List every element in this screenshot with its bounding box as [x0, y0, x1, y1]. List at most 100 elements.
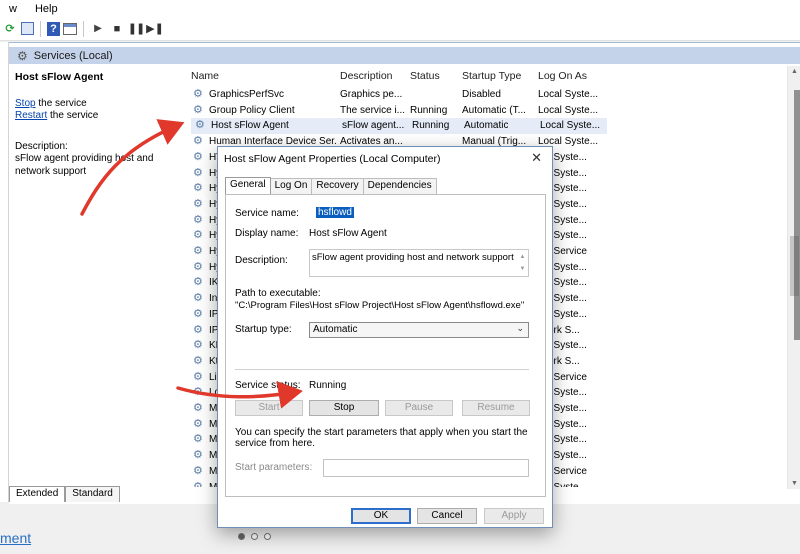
tab-recovery[interactable]: Recovery — [311, 178, 364, 194]
service-cell-logon: Local Syste... — [538, 104, 599, 116]
service-cell-logon: Local Syste... — [538, 89, 599, 100]
service-status-value: Running — [309, 380, 347, 391]
refresh-icon[interactable]: ⟳ — [2, 21, 18, 37]
service-gear-icon: ⚙ — [193, 213, 203, 226]
restart-service-icon[interactable]: ▶❚ — [146, 21, 164, 37]
service-cell-startup: Automatic (T... — [462, 104, 526, 116]
service-gear-icon: ⚙ — [193, 370, 203, 383]
start-params-hint: You can specify the start parameters tha… — [235, 427, 528, 449]
col-header-status[interactable]: Status — [410, 70, 440, 84]
display-name-value: Host sFlow Agent — [309, 228, 387, 239]
service-gear-icon: ⚙ — [193, 402, 203, 414]
menu-bar: w Help — [0, 0, 800, 17]
service-cell-description: sFlow agent... — [342, 120, 405, 132]
properties-icon[interactable] — [63, 22, 77, 35]
toolbar-separator — [83, 20, 84, 37]
background-link[interactable]: ment — [0, 530, 31, 546]
service-gear-icon: ⚙ — [193, 417, 203, 430]
service-cell-name: Group Policy Client — [209, 104, 295, 116]
detail-description-text: sFlow agent providing host and network s… — [15, 153, 154, 177]
service-cell-name: GraphicsPerfSvc — [209, 89, 285, 100]
panel-header: ⚙ Services (Local) — [9, 47, 800, 64]
tab-log-on[interactable]: Log On — [269, 178, 313, 194]
col-header-startup-type[interactable]: Startup Type — [462, 70, 521, 84]
description-label: Description: — [235, 255, 288, 266]
close-icon[interactable]: ✕ — [531, 150, 542, 166]
background-window-edge — [794, 90, 800, 340]
startup-type-select[interactable]: Automatic ⌄ — [309, 322, 529, 338]
col-header-description[interactable]: Description — [340, 70, 393, 84]
service-name-value[interactable]: hsflowd — [316, 207, 354, 218]
startup-type-label: Startup type: — [235, 324, 292, 335]
gear-icon: ⚙ — [17, 48, 28, 63]
export-list-icon[interactable] — [21, 22, 34, 35]
restart-link-suffix: the service — [47, 110, 99, 121]
start-service-icon[interactable]: ▶ — [90, 21, 106, 37]
pause-service-icon[interactable]: ❚❚ — [128, 21, 145, 37]
tab-extended[interactable]: Extended — [9, 486, 66, 502]
service-gear-icon: ⚙ — [193, 229, 203, 242]
tab-standard[interactable]: Standard — [65, 486, 120, 502]
scroll-up-icon[interactable]: ▲ — [791, 68, 798, 75]
service-cell-status: Running — [410, 104, 448, 116]
col-header-log-on-as[interactable]: Log On As — [538, 70, 587, 84]
service-row[interactable]: ⚙ Host sFlow Agent sFlow agent... Running Au… — [191, 118, 607, 135]
service-cell-description: Graphics pe... — [340, 89, 403, 100]
scroll-down-icon[interactable]: ▼ — [791, 480, 798, 487]
description-value: sFlow agent providing host and network s… — [312, 252, 514, 263]
detail-description-label: Description: — [15, 140, 68, 152]
service-gear-icon: ⚙ — [193, 339, 203, 352]
service-gear-icon: ⚙ — [195, 119, 205, 132]
description-scroll-icon[interactable]: ▲ ▼ — [518, 251, 527, 275]
resume-button[interactable]: Resume — [462, 400, 530, 416]
service-gear-icon: ⚙ — [193, 354, 203, 367]
tab-general[interactable]: General — [225, 177, 271, 194]
start-params-label: Start parameters: — [235, 462, 313, 473]
stop-link[interactable]: Stop — [15, 98, 36, 109]
stop-service-icon[interactable]: ■ — [109, 21, 125, 37]
menu-view[interactable]: w — [0, 3, 26, 15]
start-params-input[interactable] — [323, 459, 529, 477]
pager-dot[interactable] — [251, 533, 258, 540]
service-cell-description: The service i... — [340, 104, 406, 116]
tab-dependencies[interactable]: Dependencies — [362, 178, 437, 194]
service-gear-icon: ⚙ — [193, 323, 203, 336]
service-gear-icon: ⚙ — [193, 433, 203, 446]
pager-dot[interactable] — [264, 533, 271, 540]
general-tab-panel: Service name: hsflowd Display name: Host… — [225, 194, 546, 497]
pager-dot[interactable] — [238, 533, 245, 540]
service-row[interactable]: ⚙ Group Policy Client The service i... Runn… — [189, 103, 789, 119]
toolbar: ⟳ ? ▶ ■ ❚❚ ▶❚ — [0, 17, 800, 41]
pause-button[interactable]: Pause — [385, 400, 453, 416]
service-gear-icon: ⚙ — [193, 464, 203, 477]
service-gear-icon: ⚙ — [193, 197, 203, 210]
path-value: "C:\Program Files\Host sFlow Project\Hos… — [235, 300, 525, 311]
console-tree — [0, 42, 9, 502]
service-name-label: Service name: — [235, 208, 299, 219]
menu-help[interactable]: Help — [26, 3, 67, 15]
service-gear-icon: ⚙ — [193, 480, 203, 488]
description-box[interactable]: sFlow agent providing host and network s… — [309, 249, 529, 277]
restart-link[interactable]: Restart — [15, 110, 47, 121]
ok-button[interactable]: OK — [351, 508, 411, 524]
service-cell-status: Running — [412, 120, 450, 132]
service-gear-icon: ⚙ — [193, 245, 203, 257]
service-cell-startup: Automatic — [464, 120, 509, 132]
properties-dialog: Host sFlow Agent Properties (Local Compu… — [217, 146, 553, 528]
sort-up-icon: ⌃ — [263, 66, 271, 71]
help-icon[interactable]: ? — [47, 21, 60, 36]
start-button[interactable]: Start — [235, 400, 303, 416]
service-cell-name: Host sFlow Agent — [211, 120, 289, 132]
service-cell-logon: Local Syste... — [540, 120, 601, 132]
service-gear-icon: ⚙ — [193, 449, 203, 462]
pager-dots — [238, 533, 271, 540]
apply-button[interactable]: Apply — [484, 508, 544, 524]
service-status-label: Service status: — [235, 380, 301, 391]
detail-title: Host sFlow Agent — [15, 71, 104, 83]
cancel-button[interactable]: Cancel — [417, 508, 477, 524]
panel-title: Services (Local) — [33, 49, 113, 62]
col-header-name[interactable]: Name — [191, 70, 219, 84]
service-row[interactable]: ⚙ GraphicsPerfSvc Graphics pe... Disabled Lo… — [189, 87, 789, 103]
stop-button[interactable]: Stop — [309, 400, 379, 416]
service-detail-pane: Host sFlow Agent Stop the service Restar… — [15, 71, 183, 178]
